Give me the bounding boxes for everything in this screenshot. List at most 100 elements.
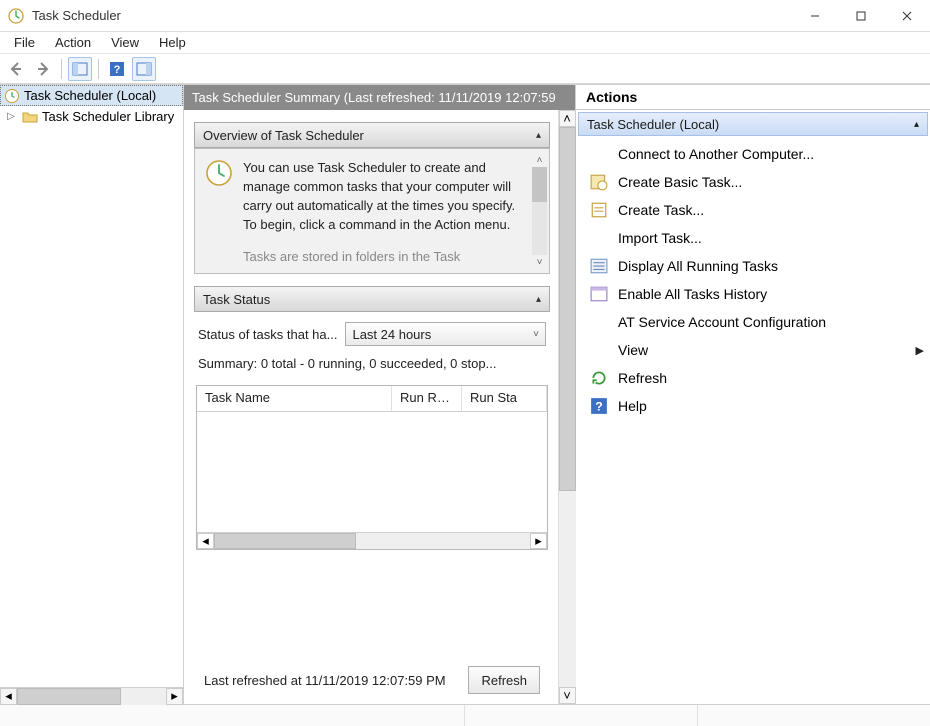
tree-pane: Task Scheduler (Local) ▷ Task Scheduler … <box>0 85 184 704</box>
back-button[interactable] <box>4 57 28 81</box>
toolbar-separator <box>61 59 62 79</box>
clock-icon <box>4 88 20 104</box>
clock-large-icon <box>205 159 233 267</box>
overview-section-header[interactable]: Overview of Task Scheduler ▴ <box>194 122 550 148</box>
close-button[interactable] <box>884 0 930 32</box>
task-status-title: Task Status <box>203 292 536 307</box>
scroll-thumb[interactable] <box>214 533 356 549</box>
collapse-icon[interactable]: ▴ <box>914 119 919 130</box>
title-bar: Task Scheduler <box>0 0 930 32</box>
action-import-task[interactable]: Import Task... <box>576 224 930 252</box>
minimize-button[interactable] <box>792 0 838 32</box>
actions-subheader[interactable]: Task Scheduler (Local) ▴ <box>578 112 928 136</box>
scroll-left-icon[interactable]: ◂ <box>0 688 17 705</box>
clock-icon <box>8 8 24 24</box>
scroll-up-icon[interactable]: ˄ <box>532 153 547 167</box>
blank-icon <box>590 145 608 163</box>
toolbar-separator <box>98 59 99 79</box>
scroll-up-icon[interactable]: ˄ <box>559 110 576 127</box>
svg-text:?: ? <box>595 400 603 414</box>
task-status-section-header[interactable]: Task Status ▴ <box>194 286 550 312</box>
toolbar: ? <box>0 54 930 84</box>
scroll-right-icon[interactable]: ▸ <box>166 688 183 705</box>
scroll-thumb[interactable] <box>532 167 547 202</box>
tree-root-item[interactable]: Task Scheduler (Local) <box>0 85 183 106</box>
last-refreshed-label: Last refreshed at 11/11/2019 12:07:59 PM <box>204 673 446 688</box>
summary-header: Task Scheduler Summary (Last refreshed: … <box>184 85 575 110</box>
collapse-icon[interactable]: ▴ <box>536 294 541 305</box>
scroll-track[interactable] <box>17 688 166 705</box>
action-refresh[interactable]: Refresh <box>576 364 930 392</box>
status-filter-combo[interactable]: Last 24 hours ˅ <box>345 322 546 346</box>
status-filter-label: Status of tasks that ha... <box>198 327 337 342</box>
svg-text:?: ? <box>114 64 121 76</box>
menu-help[interactable]: Help <box>151 33 194 52</box>
overview-title: Overview of Task Scheduler <box>203 128 536 143</box>
table-body <box>197 412 547 532</box>
help-button[interactable]: ? <box>105 57 129 81</box>
tree-library-label: Task Scheduler Library <box>42 109 174 124</box>
scroll-down-icon[interactable]: ˅ <box>532 255 547 269</box>
status-bar <box>0 704 930 726</box>
col-task-name[interactable]: Task Name <box>197 386 392 411</box>
show-hide-action-button[interactable] <box>132 57 156 81</box>
overview-text-truncated: Tasks are stored in folders in the Task <box>243 248 523 267</box>
menu-view[interactable]: View <box>103 33 147 52</box>
tree-library-item[interactable]: ▷ Task Scheduler Library <box>0 106 183 127</box>
action-connect[interactable]: Connect to Another Computer... <box>576 140 930 168</box>
action-create-basic-task[interactable]: Create Basic Task... <box>576 168 930 196</box>
help-icon: ? <box>590 397 608 415</box>
action-enable-history[interactable]: Enable All Tasks History <box>576 280 930 308</box>
actions-scope-label: Task Scheduler (Local) <box>587 117 719 132</box>
console-tree[interactable]: Task Scheduler (Local) ▷ Task Scheduler … <box>0 85 183 687</box>
summary-pane: Task Scheduler Summary (Last refreshed: … <box>184 85 576 704</box>
summary-vscroll[interactable]: ˄ ˅ <box>558 110 575 704</box>
table-header-row: Task Name Run Res... Run Sta <box>197 386 547 412</box>
scroll-thumb[interactable] <box>559 127 576 491</box>
folder-icon <box>22 109 38 125</box>
wizard-clock-icon <box>590 173 608 191</box>
scroll-down-icon[interactable]: ˅ <box>559 687 576 704</box>
history-icon <box>590 285 608 303</box>
overview-box: You can use Task Scheduler to create and… <box>194 148 550 274</box>
maximize-button[interactable] <box>838 0 884 32</box>
actions-pane: Actions Task Scheduler (Local) ▴ Connect… <box>576 85 930 704</box>
expand-icon[interactable]: ▷ <box>4 111 18 122</box>
list-icon <box>590 257 608 275</box>
action-at-config[interactable]: AT Service Account Configuration <box>576 308 930 336</box>
window-title: Task Scheduler <box>32 8 792 23</box>
main-area: Task Scheduler (Local) ▷ Task Scheduler … <box>0 84 930 704</box>
action-create-task[interactable]: Create Task... <box>576 196 930 224</box>
scroll-right-icon[interactable]: ▸ <box>530 533 547 549</box>
task-status-table: Task Name Run Res... Run Sta ◂ ▸ <box>196 385 548 550</box>
refresh-icon <box>590 369 608 387</box>
col-run-start[interactable]: Run Sta <box>462 386 547 411</box>
blank-icon <box>590 313 608 331</box>
action-help[interactable]: ? Help <box>576 392 930 420</box>
tree-hscroll[interactable]: ◂ ▸ <box>0 687 183 704</box>
overview-text: You can use Task Scheduler to create and… <box>243 159 523 234</box>
blank-icon <box>590 229 608 247</box>
chevron-right-icon: ▶ <box>916 344 924 357</box>
menu-bar: File Action View Help <box>0 32 930 54</box>
scroll-left-icon[interactable]: ◂ <box>197 533 214 549</box>
blank-icon <box>590 341 608 359</box>
status-summary: Summary: 0 total - 0 running, 0 succeede… <box>194 356 550 371</box>
menu-file[interactable]: File <box>6 33 43 52</box>
menu-action[interactable]: Action <box>47 33 99 52</box>
tree-root-label: Task Scheduler (Local) <box>24 88 156 103</box>
col-run-result[interactable]: Run Res... <box>392 386 462 411</box>
action-display-running[interactable]: Display All Running Tasks <box>576 252 930 280</box>
action-view[interactable]: View ▶ <box>576 336 930 364</box>
show-hide-tree-button[interactable] <box>68 57 92 81</box>
forward-button[interactable] <box>31 57 55 81</box>
refresh-button[interactable]: Refresh <box>468 666 540 694</box>
scroll-thumb[interactable] <box>17 688 121 705</box>
table-hscroll[interactable]: ◂ ▸ <box>197 532 547 549</box>
actions-header: Actions <box>576 85 930 110</box>
collapse-icon[interactable]: ▴ <box>536 130 541 141</box>
task-icon <box>590 201 608 219</box>
overview-vscroll[interactable]: ˄ ˅ <box>532 153 547 269</box>
status-filter-value: Last 24 hours <box>352 327 431 342</box>
chevron-down-icon: ˅ <box>533 329 539 340</box>
